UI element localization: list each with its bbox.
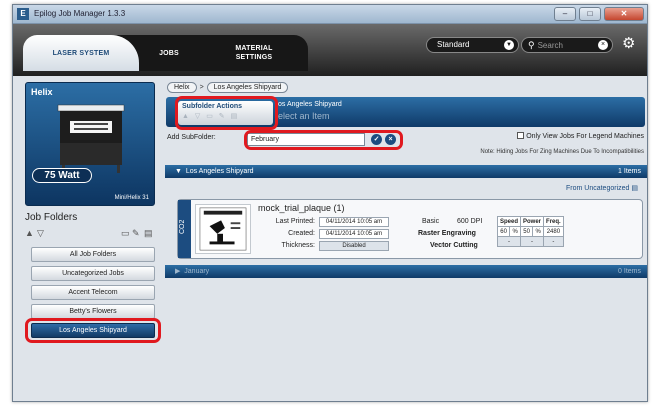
add-subfolder-label: Add SubFolder: [167,134,216,141]
edit-icon[interactable]: ✎ [132,228,140,239]
job-name[interactable]: mock_trial_plaque (1) [258,203,345,213]
only-view-label: Only View Jobs For Legend Machines [526,133,644,140]
left-panel: Helix 75 Watt Mini/Helix 31 Job Folders … [19,82,164,397]
raster-row: 60 % 50 % 2480 [496,226,564,237]
main-panel: Helix > Los Angeles Shipyard Subfolder A… [163,76,647,401]
folder-uncategorized-jobs[interactable]: Uncategorized Jobs [31,266,155,281]
job-card[interactable]: CO2 mock_trial_plaque (1) Last Printed: … [177,199,643,259]
window-title: Epilog Job Manager 1.3.3 [34,9,126,18]
vector-row: - - - [496,236,564,247]
raster-freq: 2480 [543,226,564,237]
expand-triangle-icon: ▶ [175,268,181,275]
search-input[interactable]: ⚲ Search × [521,37,613,53]
only-view-legend-checkbox[interactable]: Only View Jobs For Legend Machines [517,132,644,140]
profile-value: Standard [437,40,470,49]
freq-header: Freq. [543,216,564,227]
group-header-january[interactable]: ▶ January 0 Items [165,265,647,278]
from-uncategorized-text: From Uncategorized [566,185,630,192]
thickness-label: Thickness: [281,242,315,249]
sort-icon[interactable]: ▲ [25,228,34,238]
highlight-ring [244,130,403,150]
group-count: 0 Items [618,268,641,275]
incompatibility-note: Note: Hiding Jobs For Zing Machines Due … [480,149,644,155]
raster-speed: 60 [496,226,511,237]
vector-power: - [520,236,545,247]
breadcrumb-current[interactable]: Los Angeles Shipyard [206,81,289,93]
laser-type-label: CO2 [179,219,186,234]
minimize-button[interactable]: – [554,7,576,21]
group-name: Los Angeles Shipyard [185,168,254,175]
group-name: January [184,268,210,275]
breadcrumb-separator: > [199,83,204,91]
vector-cutting-label: Vector Cutting [430,242,478,249]
from-uncategorized-label: From Uncategorized ▤ [566,184,638,192]
gear-icon[interactable]: ⚙ [622,34,635,52]
speed-header: Speed [496,216,522,227]
selection-hint: elect an Item [278,111,330,121]
group-header-los-angeles-shipyard[interactable]: ▼ Los Angeles Shipyard 1 Items [165,165,647,178]
folder-move-icon[interactable]: ▤ [631,185,638,192]
top-navigation: LASER SYSTEM JOBS MATERIAL SETTINGS Stan… [13,24,647,76]
app-window: E Epilog Job Manager 1.3.3 – □ ✕ LASER S… [12,4,648,402]
title-bar: E Epilog Job Manager 1.3.3 – □ ✕ [13,5,647,24]
close-button[interactable]: ✕ [604,7,644,21]
machine-card[interactable]: Helix 75 Watt Mini/Helix 31 [25,82,155,206]
vector-speed: - [496,236,522,247]
raster-speed-unit: % [509,226,522,237]
created-value: 04/11/2014 10:05 am [319,229,389,239]
checkbox-icon[interactable] [517,132,525,139]
settings-table: Speed Power Freq. 60 % 50 % 2480 - - - [496,216,564,247]
search-placeholder: Search [537,41,563,50]
search-icon: ⚲ [528,40,535,50]
last-printed-label: Last Printed: [275,218,315,225]
chevron-down-icon[interactable]: ▼ [504,40,514,50]
trash-icon[interactable]: ▭ [121,228,130,239]
created-label: Created: [288,230,315,237]
tab-laser-system[interactable]: LASER SYSTEM [23,35,139,71]
folder-bettys-flowers[interactable]: Betty's Flowers [31,304,155,319]
laser-type-tab: CO2 [178,200,191,258]
breadcrumb: Helix > Los Angeles Shipyard [167,81,289,93]
thickness-value: Disabled [319,241,389,251]
highlight-ring [25,318,161,343]
machine-name: Helix [31,87,53,97]
collapse-triangle-icon: ▼ [175,168,182,175]
filter-icon[interactable]: ▽ [37,228,44,239]
laser-machine-image [57,104,125,173]
power-header: Power [520,216,545,227]
maximize-button[interactable]: □ [579,7,601,21]
profile-dropdown[interactable]: Standard ▼ [426,37,519,53]
job-folder-toolbar: ▲ ▽ ▭ ✎ ▤ [25,228,155,240]
basic-label: Basic [422,218,440,225]
new-folder-icon[interactable]: ▤ [144,228,153,239]
app-logo-icon: E [17,8,29,20]
job-thumbnail [195,204,251,254]
folder-all-job-folders[interactable]: All Job Folders [31,247,155,262]
last-printed-value: 04/11/2014 10:05 am [319,217,389,227]
folder-accent-telecom[interactable]: Accent Telecom [31,285,155,300]
clear-search-icon[interactable]: × [598,40,608,50]
raster-engraving-label: Raster Engraving [418,230,476,237]
vector-freq: - [543,236,564,247]
job-folders-heading: Job Folders [25,212,78,223]
wattage-badge: 75 Watt [32,168,92,183]
selected-folder-name: os Angeles Shipyard [278,101,342,108]
group-count: 1 Items [618,168,641,175]
tab-jobs[interactable]: JOBS [139,35,199,71]
tab-material-settings[interactable]: MATERIAL SETTINGS [199,35,309,71]
raster-power-unit: % [532,226,545,237]
breadcrumb-root[interactable]: Helix [167,81,197,93]
raster-power: 50 [520,226,534,237]
machine-model: Mini/Helix 31 [114,195,149,201]
dpi-value: 600 DPI [457,218,483,225]
highlight-ring [175,96,278,130]
add-subfolder-row: Add SubFolder: February ✓ × Only View Jo… [163,131,647,147]
